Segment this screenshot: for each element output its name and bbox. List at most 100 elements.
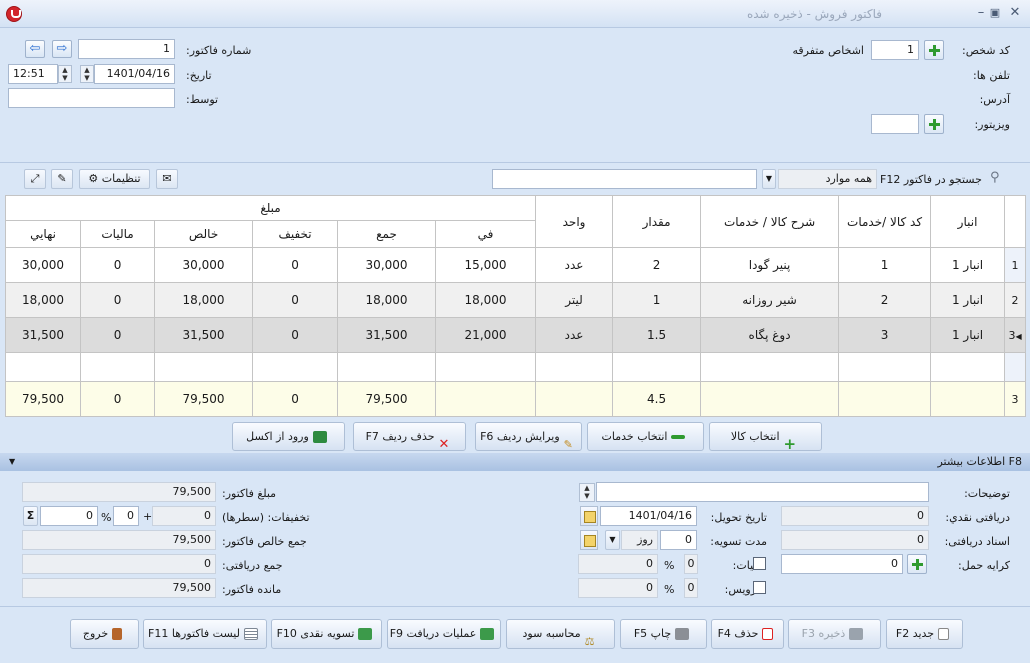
col-final[interactable]: نهايي	[4, 220, 82, 248]
import-excel-button[interactable]: ورود از اکسل	[232, 422, 345, 451]
service-checkbox[interactable]	[753, 581, 766, 594]
notes-scroll[interactable]: ▲ ▼	[579, 483, 595, 502]
print-button[interactable]: چاپ F5	[620, 619, 707, 649]
cell-net[interactable]: 18,000	[154, 282, 254, 318]
col-discount[interactable]: تخفيف	[252, 220, 339, 248]
add-visitor-button[interactable]	[924, 114, 944, 134]
cell-tax[interactable]: 0	[80, 282, 156, 318]
col-warehouse[interactable]: انبار	[930, 195, 1006, 248]
freight-input[interactable]: 0	[781, 554, 903, 574]
settings-button[interactable]: ⚙ تنظیمات	[79, 169, 150, 189]
tax-checkbox[interactable]	[753, 557, 766, 570]
calendar-icon[interactable]	[580, 506, 598, 526]
cell-discount[interactable]: 0	[252, 282, 339, 318]
invoice-list-button[interactable]: لیست فاکتورها F11	[143, 619, 267, 649]
discount-extra-input[interactable]: 0	[40, 506, 98, 526]
cell-tax[interactable]: 0	[80, 247, 156, 283]
col-tax[interactable]: ماليات	[80, 220, 156, 248]
email-icon[interactable]: ✉	[156, 169, 178, 189]
col-unit[interactable]: واحد	[535, 195, 614, 248]
select-services-button[interactable]: انتخاب خدمات	[587, 422, 704, 451]
cell-quantity[interactable]: 1.5	[612, 317, 702, 353]
table-row[interactable]: 2 انبار 1 2 شیر روزانه 1 لیتر 18,000 18,…	[4, 282, 1027, 318]
expand-icon[interactable]: ⤢	[24, 169, 46, 189]
calendar-icon[interactable]	[580, 530, 598, 550]
maximize-icon[interactable]: ▣	[986, 5, 1004, 21]
edit-row-button[interactable]: ✎ویرایش ردیف F6	[475, 422, 582, 451]
exit-button[interactable]: خروج	[70, 619, 139, 649]
cell-final[interactable]: 30,000	[4, 247, 82, 283]
cell-warehouse[interactable]: انبار 1	[930, 247, 1006, 283]
delete-button[interactable]: حذف F4	[711, 619, 784, 649]
cell-discount[interactable]: 0	[252, 317, 339, 353]
settlement-unit-select[interactable]: روز	[621, 530, 658, 550]
invoice-number-input[interactable]: 1	[78, 39, 175, 59]
search-icon[interactable]: ⚲	[990, 170, 1000, 185]
tax-percent-value[interactable]: 0	[684, 554, 698, 574]
cell-description[interactable]: دوغ پگاه	[700, 317, 840, 353]
cell-code[interactable]: 1	[838, 247, 932, 283]
new-button[interactable]: جدید F2	[886, 619, 963, 649]
col-net[interactable]: خالص	[154, 220, 254, 248]
cell-code[interactable]: 3	[838, 317, 932, 353]
time-input[interactable]: 12:51	[8, 64, 58, 84]
visitor-input[interactable]	[871, 114, 919, 134]
empty-row[interactable]	[4, 352, 1027, 382]
time-spinner[interactable]: ▲ ▼	[58, 65, 72, 83]
cash-settle-button[interactable]: تسویه نقدی F10	[271, 619, 382, 649]
cell-unit[interactable]: لیتر	[535, 282, 614, 318]
receipt-ops-button[interactable]: عملیات دریافت F9	[387, 619, 501, 649]
col-code[interactable]: کد کالا /خدمات	[838, 195, 932, 248]
col-quantity[interactable]: مقدار	[612, 195, 702, 248]
cell-warehouse[interactable]: انبار 1	[930, 282, 1006, 318]
cell-final[interactable]: 31,500	[4, 317, 82, 353]
add-freight-button[interactable]	[907, 554, 927, 574]
next-invoice-button[interactable]: ⇨	[52, 40, 72, 58]
add-person-button[interactable]	[924, 40, 944, 60]
cell-final[interactable]: 18,000	[4, 282, 82, 318]
cell-quantity[interactable]: 2	[612, 247, 702, 283]
col-sum[interactable]: جمع	[337, 220, 437, 248]
select-goods-button[interactable]: +انتخاب کالا	[709, 422, 822, 453]
cell-unit-price[interactable]: 21,000	[435, 317, 537, 353]
by-input[interactable]	[8, 88, 175, 108]
service-percent-value[interactable]: 0	[684, 578, 698, 598]
cell-sum[interactable]: 30,000	[337, 247, 437, 283]
palette-icon[interactable]: ✎	[51, 169, 73, 189]
chevron-down-icon[interactable]: ▼	[762, 169, 776, 189]
close-icon[interactable]: ✕	[1006, 5, 1024, 21]
save-button[interactable]: ذخیره F3	[788, 619, 881, 649]
cell-unit[interactable]: عدد	[535, 247, 614, 283]
cell-warehouse[interactable]: انبار 1	[930, 317, 1006, 353]
cell-discount[interactable]: 0	[252, 247, 339, 283]
profit-button[interactable]: ⚖محاسبه سود	[506, 619, 615, 649]
search-input[interactable]	[492, 169, 757, 189]
search-scope-select[interactable]: همه موارد	[778, 169, 877, 189]
discount-percent-input[interactable]: 0	[113, 506, 139, 526]
collapse-chevron-icon[interactable]: ▼	[9, 453, 15, 471]
cell-quantity[interactable]: 1	[612, 282, 702, 318]
delivery-date-input[interactable]: 1401/04/16	[600, 506, 697, 526]
sigma-button[interactable]: Σ	[23, 506, 38, 526]
cell-net[interactable]: 30,000	[154, 247, 254, 283]
notes-input[interactable]	[596, 482, 929, 502]
settlement-value-input[interactable]: 0	[660, 530, 697, 550]
date-input[interactable]: 1401/04/16	[94, 64, 175, 84]
date-spinner[interactable]: ▲ ▼	[80, 65, 94, 83]
cell-description[interactable]: پنیر گودا	[700, 247, 840, 283]
cell-unit[interactable]: عدد	[535, 317, 614, 353]
cell-description[interactable]: شیر روزانه	[700, 282, 840, 318]
more-info-bar[interactable]: ▼ F8 اطلاعات بیشتر	[0, 453, 1030, 471]
col-description[interactable]: شرح کالا / خدمات	[700, 195, 840, 248]
cell-net[interactable]: 31,500	[154, 317, 254, 353]
delete-row-button[interactable]: ✕حذف ردیف F7	[353, 422, 466, 452]
cell-tax[interactable]: 0	[80, 317, 156, 353]
cell-sum[interactable]: 18,000	[337, 282, 437, 318]
table-row[interactable]: 1 انبار 1 1 پنیر گودا 2 عدد 15,000 30,00…	[4, 247, 1027, 283]
cell-unit-price[interactable]: 15,000	[435, 247, 537, 283]
person-code-input[interactable]: 1	[871, 40, 919, 60]
col-unit-price[interactable]: في	[435, 220, 537, 248]
cell-unit-price[interactable]: 18,000	[435, 282, 537, 318]
cell-code[interactable]: 2	[838, 282, 932, 318]
prev-invoice-button[interactable]: ⇦	[25, 40, 45, 58]
